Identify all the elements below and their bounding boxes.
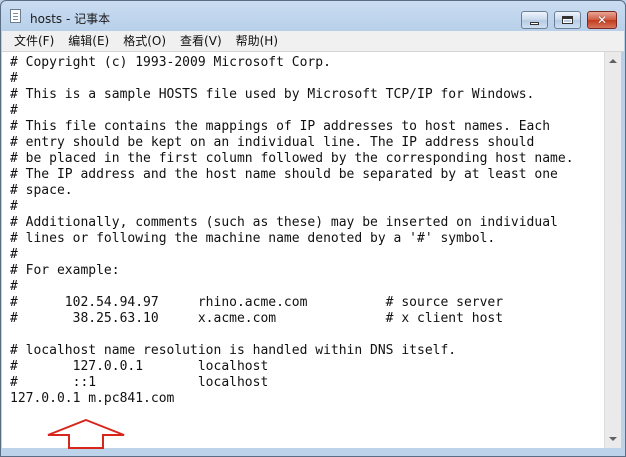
text-line: # Copyright (c) 1993-2009 Microsoft Corp… (10, 55, 331, 70)
text-line: # be placed in the first column followed… (10, 151, 574, 166)
notepad-icon (10, 9, 21, 23)
menu-bar: 文件(F) 编辑(E) 格式(O) 查看(V) 帮助(H) (2, 31, 624, 52)
scroll-down-button[interactable] (605, 431, 621, 447)
scroll-up-icon (609, 59, 617, 63)
text-line: # entry should be kept on an individual … (10, 135, 535, 150)
menu-view[interactable]: 查看(V) (174, 31, 228, 51)
red-up-arrow-shape (47, 419, 125, 449)
text-line (10, 327, 574, 343)
text-line: # 102.54.94.97 rhino.acme.com # source s… (10, 295, 504, 310)
text-line: # 38.25.63.10 x.acme.com # x client host (10, 311, 504, 326)
maximize-icon (562, 16, 573, 24)
red-up-arrow-annotation (47, 419, 125, 449)
menu-help[interactable]: 帮助(H) (230, 31, 284, 51)
text-line: # For example: (10, 263, 120, 278)
text-line: # The IP address and the host name shoul… (10, 167, 558, 182)
window-bottom-border (2, 448, 624, 456)
menu-file[interactable]: 文件(F) (8, 31, 60, 51)
hosts-file-content[interactable]: # Copyright (c) 1993-2009 Microsoft Corp… (10, 55, 574, 407)
text-line: # space. (10, 183, 73, 198)
notepad-window: hosts - 记事本 ✕ 文件(F) 编辑(E) 格式(O) 查看(V) 帮助… (0, 0, 626, 457)
menu-format[interactable]: 格式(O) (117, 31, 172, 51)
text-line: # This is a sample HOSTS file used by Mi… (10, 87, 535, 102)
text-line: # 127.0.0.1 localhost (10, 359, 269, 374)
text-line: # lines or following the machine name de… (10, 231, 496, 246)
text-line: # (10, 199, 18, 214)
menu-edit[interactable]: 编辑(E) (62, 31, 115, 51)
maximize-button[interactable] (554, 11, 581, 29)
text-line: # (10, 279, 18, 294)
vertical-scrollbar[interactable] (604, 52, 621, 448)
minimize-icon (530, 21, 539, 25)
text-line: # (10, 103, 18, 118)
close-icon: ✕ (596, 13, 608, 27)
added-host-entry-line: 127.0.0.1 m.pc841.com (10, 391, 175, 406)
text-line: # (10, 71, 18, 86)
window-title: hosts - 记事本 (30, 12, 111, 26)
scroll-down-icon (609, 437, 617, 441)
title-bar[interactable]: hosts - 记事本 ✕ (1, 1, 625, 31)
minimize-button[interactable] (521, 11, 548, 29)
close-button[interactable]: ✕ (587, 11, 617, 29)
text-line: # Additionally, comments (such as these)… (10, 215, 558, 230)
text-editor-area[interactable]: # Copyright (c) 1993-2009 Microsoft Corp… (2, 52, 604, 448)
text-line: # localhost name resolution is handled w… (10, 343, 457, 358)
text-line: # ::1 localhost (10, 375, 269, 390)
text-line: # (10, 247, 18, 262)
scroll-up-button[interactable] (605, 53, 621, 69)
text-line: # This file contains the mappings of IP … (10, 119, 551, 134)
